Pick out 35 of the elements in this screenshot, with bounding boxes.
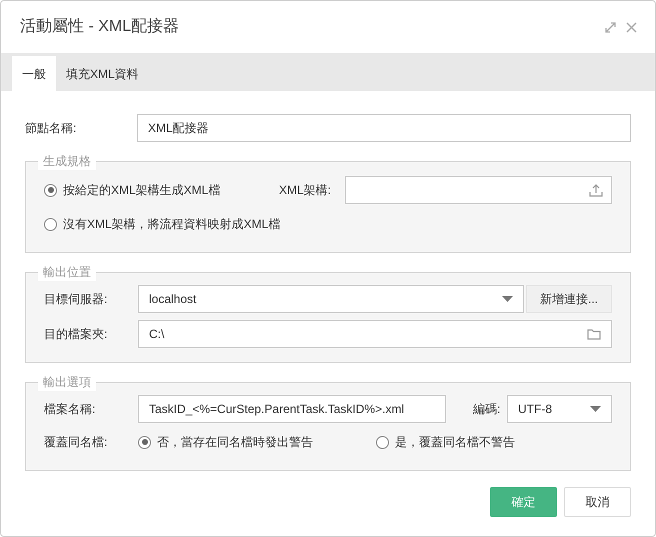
field-label: 目標伺服器: xyxy=(44,291,108,308)
input-field[interactable]: XML配接器 xyxy=(137,114,631,142)
field-label: 目的檔案夾: xyxy=(44,326,108,343)
field-label: 編碼: xyxy=(473,401,502,418)
cancel-button[interactable]: 取消 xyxy=(564,487,631,517)
new-connection-button[interactable]: 新增連接... xyxy=(526,285,612,313)
field-label: 節點名稱: xyxy=(25,120,78,137)
field-label: 覆蓋同名檔: xyxy=(44,434,108,451)
radio-button[interactable] xyxy=(376,436,389,448)
radio-option[interactable]: 否，當存在同名檔時發出警告 xyxy=(138,433,376,451)
caret-icon xyxy=(590,406,601,412)
window-title: 活動屬性 - XML配接器 xyxy=(20,16,180,37)
expand-icon[interactable] xyxy=(605,22,616,32)
tab[interactable]: 一般 xyxy=(12,56,56,91)
field-label: 檔案名稱: xyxy=(44,401,96,418)
folder-field[interactable]: C:\ xyxy=(138,320,612,348)
file-upload-field[interactable] xyxy=(345,176,612,204)
caret-icon xyxy=(502,296,513,302)
encoding-dropdown[interactable]: UTF-8 xyxy=(507,395,612,423)
radio-button[interactable] xyxy=(138,436,151,448)
radio-option[interactable]: 按給定的XML架構生成XML檔 xyxy=(44,181,279,199)
radio-option[interactable]: 是，覆蓋同名檔不警告 xyxy=(376,433,515,451)
close-icon[interactable] xyxy=(626,22,637,32)
server-dropdown[interactable]: localhost xyxy=(138,285,524,313)
upload-icon[interactable] xyxy=(589,184,603,196)
field-label: XML架構: xyxy=(279,182,332,199)
radio-button[interactable] xyxy=(44,218,57,230)
radio-option[interactable]: 沒有XML架構，將流程資料映射成XML檔 xyxy=(44,215,280,233)
group-title: 生成規格 xyxy=(38,152,96,170)
tab[interactable]: 填充XML資料 xyxy=(56,56,149,91)
group-title: 輸出選項 xyxy=(38,373,96,391)
file-name-field[interactable]: TaskID_<%=CurStep.ParentTask.TaskID%>.xml xyxy=(138,395,446,423)
group-title: 輸出位置 xyxy=(38,263,96,281)
folder-icon[interactable] xyxy=(587,328,601,340)
radio-button[interactable] xyxy=(44,184,57,196)
